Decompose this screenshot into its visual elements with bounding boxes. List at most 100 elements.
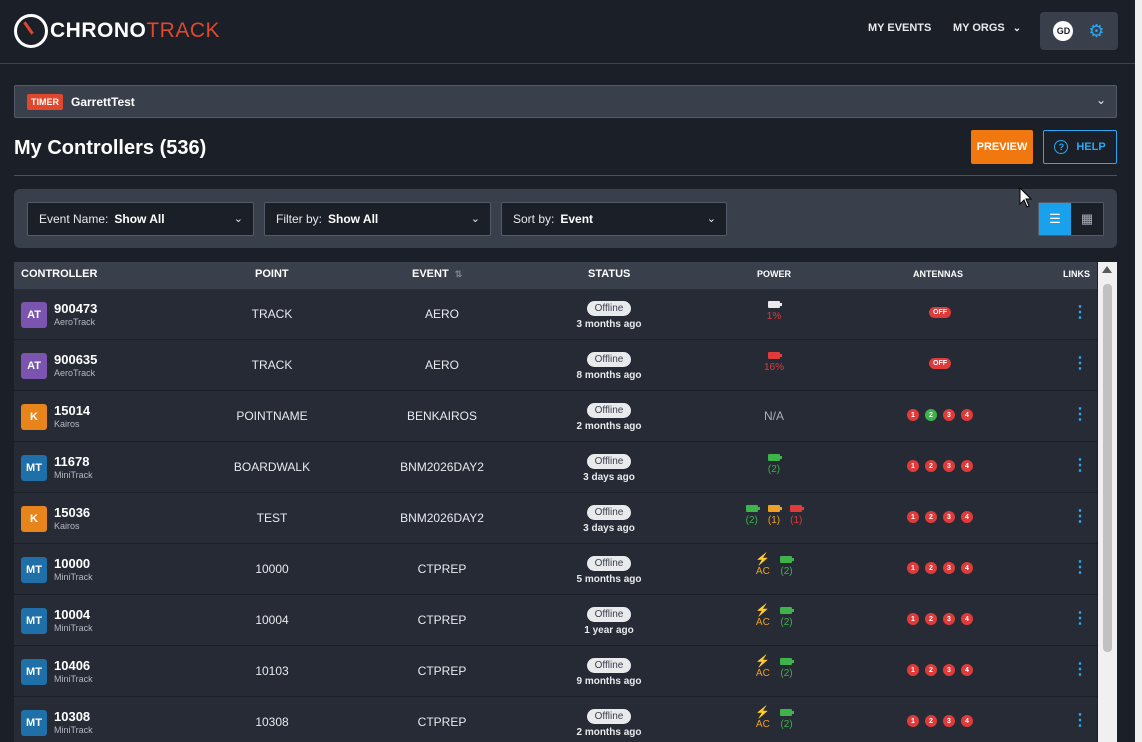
controller-id[interactable]: 10000 bbox=[54, 556, 90, 571]
table-row[interactable]: MT 10406 MiniTrack 10103 CTPREP Offline … bbox=[14, 646, 1097, 697]
status-cell: Offline 5 months ago bbox=[559, 553, 659, 585]
col-controller[interactable]: CONTROLLER bbox=[21, 268, 97, 280]
antenna-3-status: 3 bbox=[943, 664, 955, 676]
last-seen: 9 months ago bbox=[576, 676, 642, 687]
antenna-4-status: 4 bbox=[961, 562, 973, 574]
more-options-icon[interactable]: ⋮ bbox=[1072, 611, 1088, 627]
more-options-icon[interactable]: ⋮ bbox=[1072, 305, 1088, 321]
battery-count: (2) bbox=[780, 719, 793, 730]
status-cell: Offline 8 months ago bbox=[559, 349, 659, 381]
table-row[interactable]: MT 11678 MiniTrack BOARDWALK BNM2026DAY2… bbox=[14, 442, 1097, 493]
more-options-icon[interactable]: ⋮ bbox=[1072, 407, 1088, 423]
controller-id[interactable]: 15014 bbox=[54, 403, 90, 418]
chevron-down-icon: ⌄ bbox=[1012, 23, 1022, 34]
more-options-icon[interactable]: ⋮ bbox=[1072, 458, 1088, 474]
antenna-2-status: 2 bbox=[925, 664, 937, 676]
controller-id[interactable]: 10004 bbox=[54, 607, 90, 622]
controller-type: MiniTrack bbox=[54, 674, 93, 684]
controller-type: MiniTrack bbox=[54, 725, 93, 735]
status-cell: Offline 3 days ago bbox=[559, 502, 659, 534]
status-badge: Offline bbox=[586, 607, 632, 622]
battery-count: (2) bbox=[767, 464, 781, 475]
antenna-1-status: 1 bbox=[907, 460, 919, 472]
event-name-filter[interactable]: Event Name: Show All ⌄ bbox=[27, 202, 254, 236]
event-name: CTPREP bbox=[417, 715, 467, 729]
table-row[interactable]: MT 10004 MiniTrack 10004 CTPREP Offline … bbox=[14, 595, 1097, 646]
lightning-bolt-icon: ⚡ bbox=[755, 552, 771, 566]
controller-type-badge: AT bbox=[21, 302, 47, 328]
page-title: My Controllers (536) bbox=[14, 137, 207, 159]
nav-my-orgs[interactable]: MY ORGS ⌄ bbox=[953, 22, 1021, 34]
controller-type-badge: K bbox=[21, 404, 47, 430]
power-cell: 16% bbox=[714, 348, 834, 373]
table-header: CONTROLLER POINT EVENT ⇅ STATUS POWER ANT… bbox=[14, 262, 1097, 289]
chronotrack-logo[interactable]: CHRONOTRACK bbox=[14, 10, 220, 52]
ac-power-label: AC bbox=[755, 566, 770, 577]
table-row[interactable]: MT 10000 MiniTrack 10000 CTPREP Offline … bbox=[14, 544, 1097, 595]
window-scrollbar[interactable] bbox=[1135, 0, 1142, 742]
controller-id[interactable]: 11678 bbox=[54, 454, 89, 469]
avatar[interactable]: GD bbox=[1053, 21, 1074, 41]
controllers-table: CONTROLLER POINT EVENT ⇅ STATUS POWER ANT… bbox=[14, 262, 1097, 742]
controller-type-badge: MT bbox=[21, 659, 47, 685]
antenna-1-status: 1 bbox=[907, 409, 919, 421]
chevron-down-icon: ⌄ bbox=[233, 213, 243, 225]
filter-by-value: Show All bbox=[328, 212, 379, 226]
point-name: TRACK bbox=[251, 358, 293, 372]
table-scrollbar[interactable] bbox=[1098, 262, 1117, 742]
controller-type: Kairos bbox=[54, 419, 80, 429]
user-menu[interactable]: GD ⚙ bbox=[1040, 12, 1118, 50]
more-options-icon[interactable]: ⋮ bbox=[1072, 662, 1088, 678]
sort-by-select[interactable]: Sort by: Event ⌄ bbox=[501, 202, 727, 236]
controller-id[interactable]: 15036 bbox=[54, 505, 90, 520]
col-power: POWER bbox=[757, 269, 792, 279]
controller-type: MiniTrack bbox=[54, 572, 93, 582]
more-options-icon[interactable]: ⋮ bbox=[1072, 713, 1088, 729]
col-event[interactable]: EVENT ⇅ bbox=[412, 268, 462, 280]
grid-view-icon[interactable]: ▦ bbox=[1071, 203, 1103, 235]
table-row[interactable]: K 15014 Kairos POINTNAME BENKAIROS Offli… bbox=[14, 391, 1097, 442]
more-options-icon[interactable]: ⋮ bbox=[1072, 560, 1088, 576]
battery-level: 1% bbox=[766, 311, 782, 322]
filter-by-select[interactable]: Filter by: Show All ⌄ bbox=[264, 202, 491, 236]
status-badge: Offline bbox=[586, 505, 632, 520]
more-options-icon[interactable]: ⋮ bbox=[1072, 509, 1088, 525]
table-row[interactable]: AT 900635 AeroTrack TRACK AERO Offline 8… bbox=[14, 340, 1097, 391]
list-view-icon[interactable]: ☰ bbox=[1039, 203, 1071, 235]
col-point[interactable]: POINT bbox=[255, 268, 289, 280]
power-cell: 1% bbox=[714, 297, 834, 322]
gear-icon[interactable]: ⚙ bbox=[1088, 22, 1104, 40]
event-name: CTPREP bbox=[417, 613, 467, 627]
col-antennas: ANTENNAS bbox=[913, 269, 964, 279]
controller-id[interactable]: 900635 bbox=[54, 352, 97, 367]
power-cell: (2) bbox=[714, 450, 834, 475]
scroll-up-arrow-icon[interactable] bbox=[1102, 266, 1112, 273]
lightning-bolt-icon: ⚡ bbox=[755, 654, 771, 668]
controller-id[interactable]: 10406 bbox=[54, 658, 90, 673]
antenna-3-status: 3 bbox=[943, 613, 955, 625]
status-cell: Offline 1 year ago bbox=[559, 604, 659, 636]
status-badge: Offline bbox=[586, 403, 632, 418]
point-name: 10308 bbox=[255, 715, 289, 729]
table-row[interactable]: MT 10308 MiniTrack 10308 CTPREP Offline … bbox=[14, 697, 1097, 742]
preview-button[interactable]: PREVIEW bbox=[971, 130, 1033, 164]
scroll-thumb[interactable] bbox=[1103, 284, 1112, 652]
antenna-2-status: 2 bbox=[925, 460, 937, 472]
help-button-label: HELP bbox=[1076, 141, 1106, 153]
controller-id[interactable]: 10308 bbox=[54, 709, 90, 724]
nav-my-events[interactable]: MY EVENTS bbox=[868, 22, 931, 34]
controller-type: AeroTrack bbox=[54, 368, 96, 378]
status-cell: Offline 2 months ago bbox=[559, 400, 659, 432]
controller-type-badge: MT bbox=[21, 608, 47, 634]
more-options-icon[interactable]: ⋮ bbox=[1072, 356, 1088, 372]
col-status[interactable]: STATUS bbox=[588, 268, 630, 280]
table-row[interactable]: AT 900473 AeroTrack TRACK AERO Offline 3… bbox=[14, 289, 1097, 340]
status-cell: Offline 3 months ago bbox=[559, 298, 659, 330]
table-row[interactable]: K 15036 Kairos TEST BNM2026DAY2 Offline … bbox=[14, 493, 1097, 544]
battery-icon bbox=[745, 505, 760, 512]
antennas-cell: 1 2 3 4 bbox=[884, 409, 996, 421]
help-button[interactable]: ? HELP bbox=[1043, 130, 1117, 164]
sort-icon[interactable]: ⇅ bbox=[455, 269, 463, 279]
timer-selector[interactable]: TIMER GarrettTest ⌄ bbox=[14, 85, 1117, 118]
controller-id[interactable]: 900473 bbox=[54, 301, 97, 316]
